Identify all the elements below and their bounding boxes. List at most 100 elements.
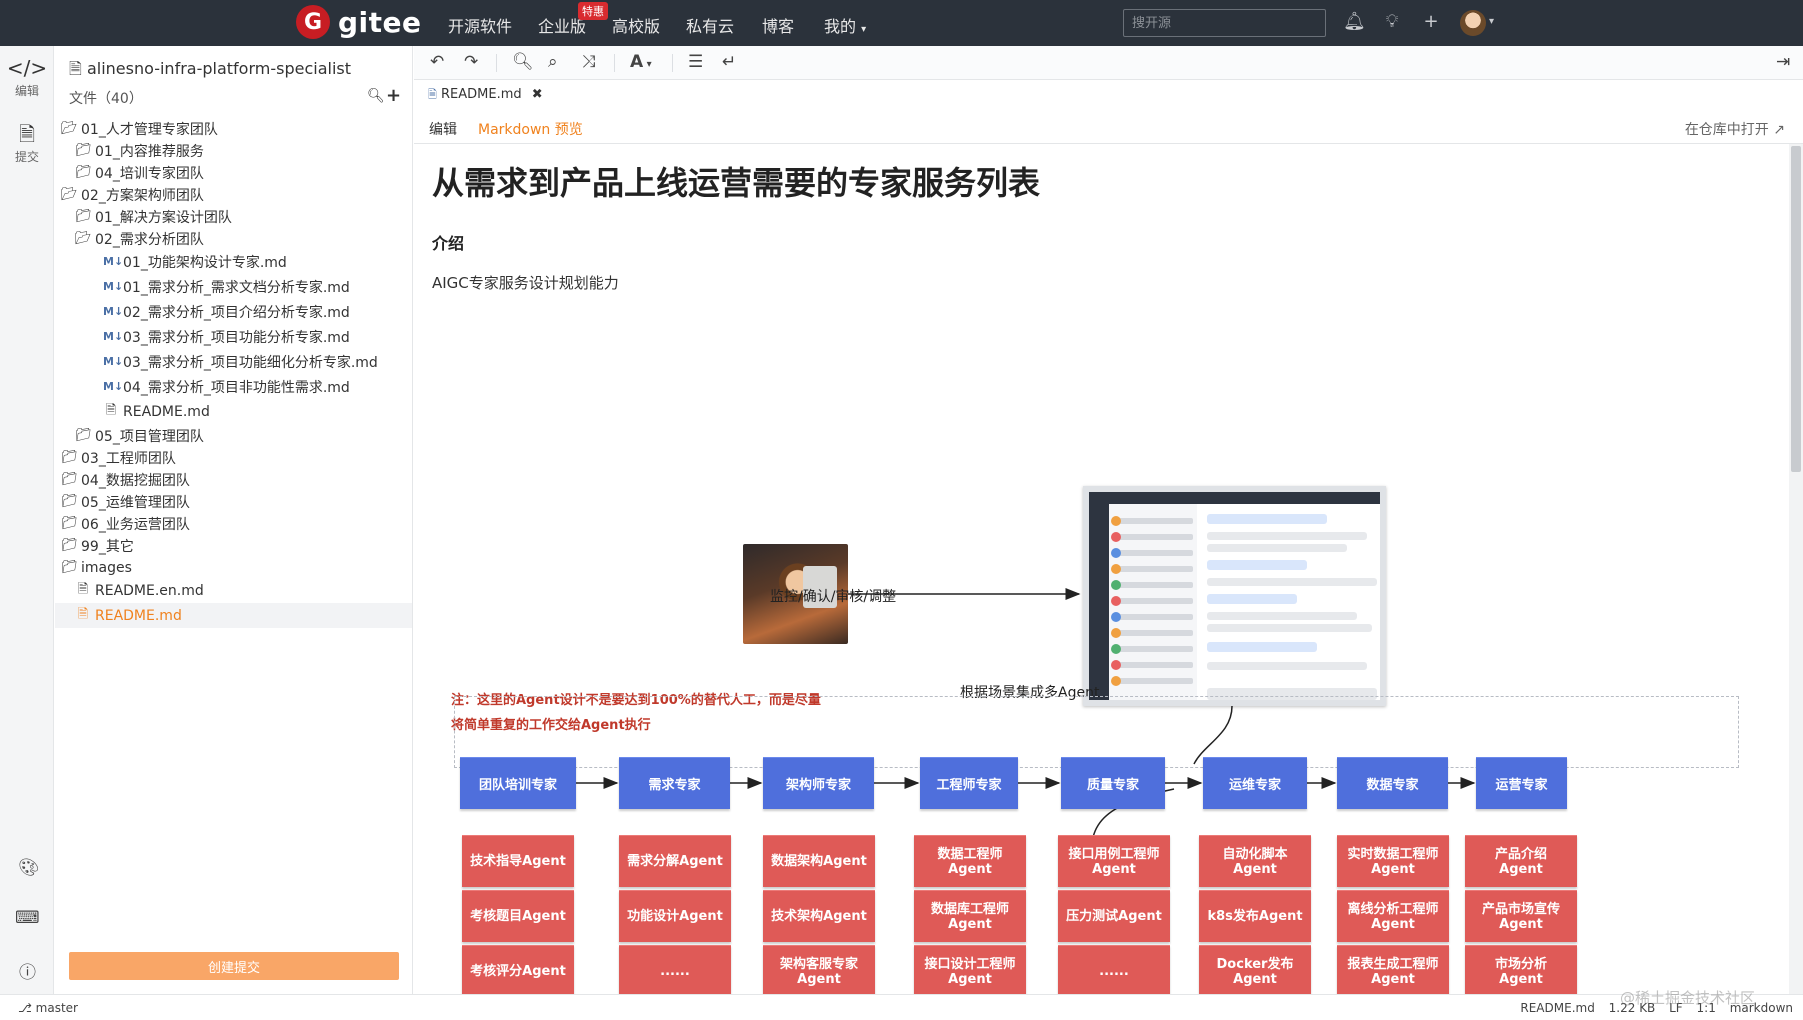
agent-box: 离线分析工程师 Agent [1337,890,1449,942]
tree-node-label: 03_需求分析_项目功能分析专家.md [123,329,350,346]
gitee-logo-icon: G [296,5,330,39]
info-icon[interactable]: ⓘ [19,958,36,983]
branch-label: master [35,1001,78,1015]
folder-icon: 📁︎ [61,560,78,575]
tree-node[interactable]: M↓ 01_需求分析_需求文档分析专家.md [55,274,412,299]
tab-markdown-preview[interactable]: Markdown 预览 [478,119,583,146]
tab-edit[interactable]: 编辑 [429,119,457,139]
page-title: 从需求到产品上线运营需要的专家服务列表 [432,164,1041,202]
tree-node-label: 01_解决方案设计团队 [95,209,232,226]
external-link-icon: ↗ [1773,122,1785,138]
architecture-diagram: 监控/确认/审核/调整 根据场景集成多Agent 注：这里的Agent设计不是要… [414,294,1789,994]
toolbar-divider [496,54,497,72]
activity-commit-button[interactable]: 🗎︎ 提交 [0,122,54,165]
top-search-input[interactable] [1123,9,1326,37]
tree-node-label: 01_功能架构设计专家.md [123,254,287,271]
list-icon[interactable]: ☰ [688,52,703,72]
plus-icon[interactable]: + [1420,11,1442,33]
branch-icon: ⎇ [18,1001,32,1015]
palette-icon[interactable]: 🎨︎ [18,858,40,878]
role-box: 数据专家 [1337,757,1448,809]
exit-icon[interactable]: ⇥ [1776,52,1790,72]
branch-indicator[interactable]: ⎇ master [18,1001,78,1015]
tree-node[interactable]: 📁︎ images [55,555,412,580]
redo-icon[interactable]: ↷ [464,52,478,72]
agent-box: 技术架构Agent [763,890,875,942]
tree-node-label: README.en.md [95,582,204,599]
document-icon: 🗎︎ [18,122,36,146]
chevron-down-icon[interactable]: ▾ [1489,16,1494,27]
tree-node[interactable]: M↓ 04_需求分析_项目非功能性需求.md [55,374,412,399]
bell-icon[interactable]: 🔔︎ [1343,11,1366,33]
lightbulb-icon[interactable]: 💡︎ [1381,11,1403,33]
agent-box: 报表生成工程师 Agent [1337,945,1449,994]
markdown-file-icon: M↓ [103,330,124,343]
gitee-logo[interactable]: G gitee [296,5,422,39]
role-box: 需求专家 [619,757,730,809]
font-size-icon[interactable]: A ▾ [630,52,652,72]
close-icon[interactable]: ✖ [532,87,543,102]
agent-box: Docker发布 Agent [1199,945,1311,994]
preview-scrollbar-thumb[interactable] [1791,146,1801,472]
file-tabs: 🗎︎ README.md ✖ [414,80,1803,112]
find-replace-icon[interactable]: ⌕ [548,52,558,72]
keyboard-icon[interactable]: ⌨︎ [15,908,40,928]
tree-node-label: images [81,559,132,576]
open-in-repo-label: 在仓库中打开 [1684,122,1769,138]
status-file: README.md [1520,1001,1595,1015]
folder-icon: 📁︎ [61,494,78,509]
agent-box: 接口用例工程师 Agent [1058,835,1170,887]
tree-node-label: 02_需求分析_项目介绍分析专家.md [123,304,350,321]
repo-name[interactable]: 🗎︎ alinesno-infra-platform-specialist [69,58,351,85]
search-icon[interactable]: 🔍︎ [367,88,385,104]
tree-node[interactable]: 🗎︎ README.md [55,399,412,424]
nav-open-source[interactable]: 开源软件 [448,13,512,37]
tree-node[interactable]: 📂︎ 02_需求分析团队 [55,226,412,251]
markdown-file-icon: M↓ [103,280,124,293]
agent-box: 架构客服专家 Agent [763,945,875,994]
role-box: 质量专家 [1061,757,1165,809]
shuffle-icon[interactable]: ⤨ [582,52,596,72]
undo-icon[interactable]: ↶ [430,52,444,72]
folder-open-icon: 📂︎ [75,231,92,246]
markdown-file-icon: M↓ [103,255,124,268]
folder-icon: 📁︎ [61,516,78,531]
nav-university[interactable]: 高校版 [612,13,660,37]
tree-node[interactable]: 🗎︎ README.md [55,603,412,628]
readme-file-icon: 🗎︎ [77,581,89,597]
agent-box: 需求分解Agent [619,835,731,887]
activity-edit-button[interactable]: </> 编辑 [0,56,54,99]
agent-box: 技术指导Agent [462,835,574,887]
tree-node[interactable]: M↓ 03_需求分析_项目功能分析专家.md [55,324,412,349]
add-file-icon[interactable]: + [386,85,401,106]
markdown-file-icon: M↓ [103,355,124,368]
folder-icon: 📁︎ [61,450,78,465]
create-commit-button[interactable]: 创建提交 [69,952,399,980]
tree-node-label: 04_培训专家团队 [95,165,204,182]
nav-mine[interactable]: 我的 ▾ [824,13,866,37]
tree-node[interactable]: M↓ 01_功能架构设计专家.md [55,249,412,274]
tree-node[interactable]: M↓ 02_需求分析_项目介绍分析专家.md [55,299,412,324]
tree-node-label: 01_需求分析_需求文档分析专家.md [123,279,350,296]
tree-node-label: 01_内容推荐服务 [95,143,204,160]
role-box: 运营专家 [1476,757,1567,809]
code-icon: </> [6,56,48,80]
agent-box: 产品市场宣传 Agent [1465,890,1577,942]
search-icon[interactable]: 🔍︎ [512,52,534,72]
tree-node[interactable]: M↓ 03_需求分析_项目功能细化分析专家.md [55,349,412,374]
nav-private-cloud[interactable]: 私有云 [686,13,734,37]
folder-icon: 📁︎ [75,143,92,158]
folder-icon: 📁︎ [61,538,78,553]
file-tree-panel: 🗎︎ alinesno-infra-platform-specialist 文件… [55,46,413,994]
nav-blog[interactable]: 博客 [762,13,794,37]
role-box: 运维专家 [1203,757,1307,809]
readme-file-icon: 🗎︎ [105,402,117,418]
editor-toolbar: ↶ ↷ 🔍︎ ⌕ ⤨ A ▾ ☰ ↵ ⇥ [414,46,1803,80]
file-tab-readme[interactable]: 🗎︎ README.md ✖ [428,86,543,105]
agent-box: 自动化脚本 Agent [1199,835,1311,887]
wrap-icon[interactable]: ↵ [722,52,736,72]
user-avatar[interactable] [1460,10,1486,36]
tree-node[interactable]: 🗎︎ README.en.md [55,578,412,603]
open-in-repo-link[interactable]: 在仓库中打开 ↗ [1685,119,1785,139]
agent-box: 功能设计Agent [619,890,731,942]
